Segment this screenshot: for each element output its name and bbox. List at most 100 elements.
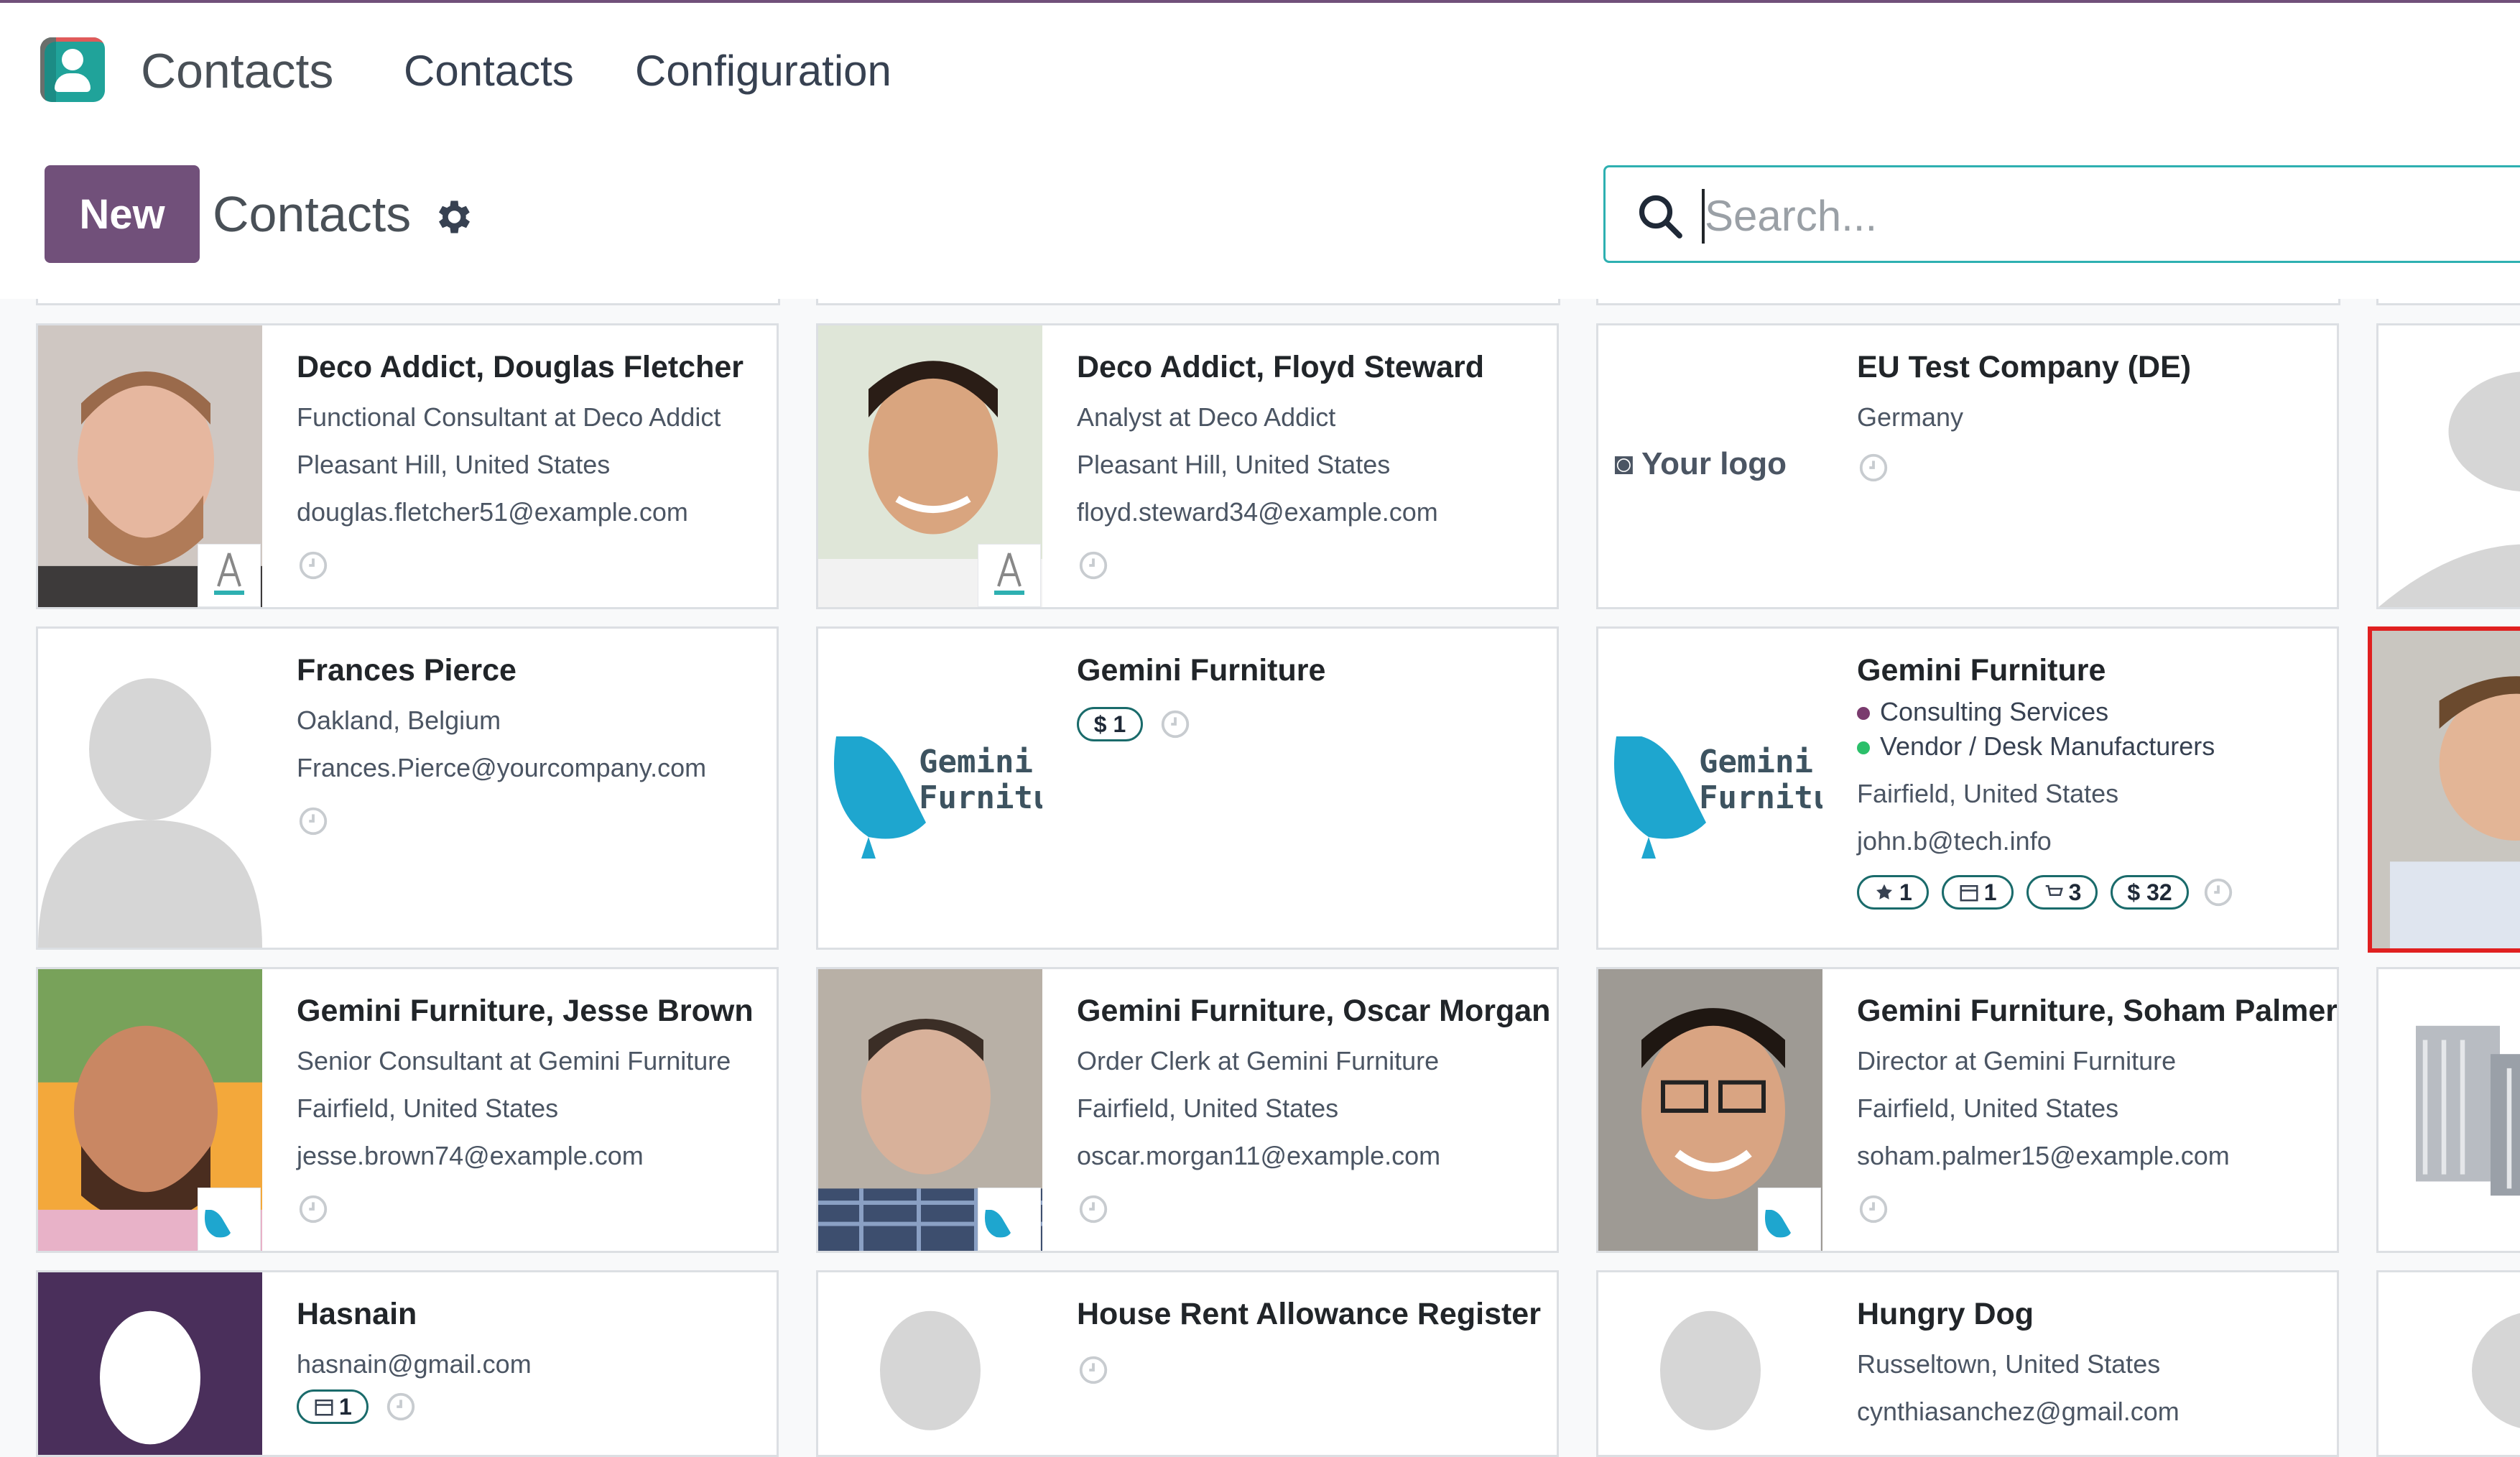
gear-icon[interactable] xyxy=(431,195,474,239)
contact-address: Fairfield, United States xyxy=(1857,779,2322,809)
search-icon xyxy=(1634,190,1686,242)
contact-job: Analyst at Deco Addict xyxy=(1077,402,1542,433)
logo-placeholder-text: Your logo xyxy=(1641,446,1787,481)
contact-card[interactable]: Deco Addict, Douglas Fletcher Functional… xyxy=(36,323,779,609)
company-building-icon xyxy=(2378,969,2520,1251)
clock-icon[interactable] xyxy=(2202,876,2235,909)
contact-address: Oakland, Belgium xyxy=(297,706,762,736)
clock-icon[interactable] xyxy=(1077,549,1110,582)
gemini-logo-line2: Furniture xyxy=(1699,780,1822,816)
contact-name: Frances Pierce xyxy=(297,653,762,688)
contact-name: Hasnain xyxy=(297,1297,762,1332)
card-partial-top[interactable] xyxy=(1596,299,2340,305)
menu-contacts[interactable]: Contacts xyxy=(404,46,574,96)
contact-card[interactable]: Gemini Furniture Gemini Furniture Consul… xyxy=(1596,626,2339,950)
app-name[interactable]: Contacts xyxy=(141,43,333,99)
contact-photo xyxy=(2372,631,2520,948)
contact-card-selected[interactable] xyxy=(2368,626,2520,953)
contacts-app-icon[interactable] xyxy=(40,37,105,102)
sales-pill[interactable]: $ 32 xyxy=(2111,875,2188,910)
category-tag: Consulting Services xyxy=(1857,697,2322,727)
contact-job: Senior Consultant at Gemini Furniture xyxy=(297,1046,762,1076)
avatar-placeholder-icon xyxy=(818,1272,1042,1455)
contact-address: Germany xyxy=(1857,402,2322,433)
company-logo-badge xyxy=(198,544,261,607)
contact-card[interactable]: Gemini Furniture, Jesse Brown Senior Con… xyxy=(36,967,779,1253)
page-title: Contacts xyxy=(213,185,411,243)
clock-icon[interactable] xyxy=(1857,451,1890,484)
contact-email: soham.palmer15@example.com xyxy=(1857,1141,2322,1171)
contact-address: Fairfield, United States xyxy=(1077,1093,1542,1124)
contact-job: Director at Gemini Furniture xyxy=(1857,1046,2322,1076)
purchases-pill[interactable]: 3 xyxy=(2026,875,2098,910)
top-navbar: Contacts Contacts Configuration xyxy=(0,3,2520,144)
clock-icon[interactable] xyxy=(297,1193,330,1226)
contact-email: Frances.Pierce@yourcompany.com xyxy=(297,753,762,783)
contact-address: Russeltown, United States xyxy=(1857,1349,2322,1379)
contact-email: oscar.morgan11@example.com xyxy=(1077,1141,1542,1171)
contact-email: hasnain@gmail.com xyxy=(297,1349,762,1379)
contact-name: EU Test Company (DE) xyxy=(1857,350,2322,385)
contact-card[interactable] xyxy=(2376,967,2520,1253)
contact-address: Fairfield, United States xyxy=(297,1093,762,1124)
contact-card[interactable] xyxy=(2376,323,2520,609)
gemini-logo-line1: Gemini xyxy=(919,744,1033,780)
contact-card[interactable]: House Rent Allowance Register xyxy=(816,1270,1559,1457)
contact-card[interactable]: Deco Addict, Floyd Steward Analyst at De… xyxy=(816,323,1559,609)
contact-card[interactable]: Gemini Furniture, Soham Palmer Director … xyxy=(1596,967,2339,1253)
sales-pill[interactable]: $ 1 xyxy=(1077,707,1143,741)
clock-icon[interactable] xyxy=(297,805,330,838)
contact-email: floyd.steward34@example.com xyxy=(1077,497,1542,527)
contact-job: Order Clerk at Gemini Furniture xyxy=(1077,1046,1542,1076)
search-box[interactable] xyxy=(1603,165,2520,263)
clock-icon[interactable] xyxy=(384,1390,417,1423)
search-input[interactable] xyxy=(1703,182,2496,249)
contact-address: Fairfield, United States xyxy=(1857,1093,2322,1124)
contact-card[interactable] xyxy=(2376,1270,2520,1457)
contact-card[interactable]: Hungry Dog Russeltown, United States cyn… xyxy=(1596,1270,2339,1457)
card-partial-top[interactable] xyxy=(36,299,780,305)
control-panel: New Contacts xyxy=(0,144,2520,299)
new-button[interactable]: New xyxy=(45,165,200,263)
contact-name: Gemini Furniture xyxy=(1857,653,2322,688)
contact-name: Deco Addict, Douglas Fletcher xyxy=(297,350,762,385)
company-logo: Gemini Furniture xyxy=(818,629,1042,948)
contact-email: douglas.fletcher51@example.com xyxy=(297,497,762,527)
contact-name: Gemini Furniture, Jesse Brown xyxy=(297,994,762,1029)
card-partial-top[interactable] xyxy=(2376,299,2520,305)
clock-icon[interactable] xyxy=(1857,1193,1890,1226)
contact-card[interactable]: Frances Pierce Oakland, Belgium Frances.… xyxy=(36,626,779,950)
calendar-icon xyxy=(313,1396,335,1417)
contact-name: Gemini Furniture xyxy=(1077,653,1542,688)
meetings-pill[interactable]: 1 xyxy=(1942,875,2014,910)
avatar-placeholder-icon xyxy=(2378,325,2520,607)
contact-name: Gemini Furniture, Soham Palmer xyxy=(1857,994,2322,1029)
avatar-placeholder-icon xyxy=(38,1272,262,1455)
cart-icon xyxy=(2043,882,2065,903)
clock-icon[interactable] xyxy=(297,549,330,582)
menu-configuration[interactable]: Configuration xyxy=(635,46,891,96)
contact-name: Gemini Furniture, Oscar Morgan xyxy=(1077,994,1542,1029)
contact-address: Pleasant Hill, United States xyxy=(297,450,762,480)
company-logo-badge xyxy=(1758,1188,1821,1251)
gemini-logo-line2: Furniture xyxy=(919,780,1042,816)
meetings-pill[interactable]: 1 xyxy=(297,1389,369,1424)
kanban-grid: Deco Addict, Douglas Fletcher Functional… xyxy=(0,299,2520,1434)
contact-card[interactable]: ◙ Your logo EU Test Company (DE) Germany xyxy=(1596,323,2339,609)
camera-icon: ◙ xyxy=(1614,446,1641,481)
calendar-icon xyxy=(1958,882,1980,903)
clock-icon[interactable] xyxy=(1159,708,1192,741)
contact-card[interactable]: Gemini Furniture Gemini Furniture $ 1 xyxy=(816,626,1559,950)
clock-icon[interactable] xyxy=(1077,1193,1110,1226)
card-partial-top[interactable] xyxy=(816,299,1560,305)
contact-email: jesse.brown74@example.com xyxy=(297,1141,762,1171)
company-logo-badge xyxy=(978,1188,1041,1251)
opportunities-pill[interactable]: 1 xyxy=(1857,875,1929,910)
contact-card[interactable]: Hasnain hasnain@gmail.com 1 xyxy=(36,1270,779,1457)
clock-icon[interactable] xyxy=(1077,1354,1110,1387)
avatar-placeholder-icon xyxy=(38,629,262,948)
contact-card[interactable]: Gemini Furniture, Oscar Morgan Order Cle… xyxy=(816,967,1559,1253)
company-logo-badge xyxy=(978,544,1041,607)
company-logo: Gemini Furniture xyxy=(1598,629,1822,948)
contact-name: Hungry Dog xyxy=(1857,1297,2322,1332)
